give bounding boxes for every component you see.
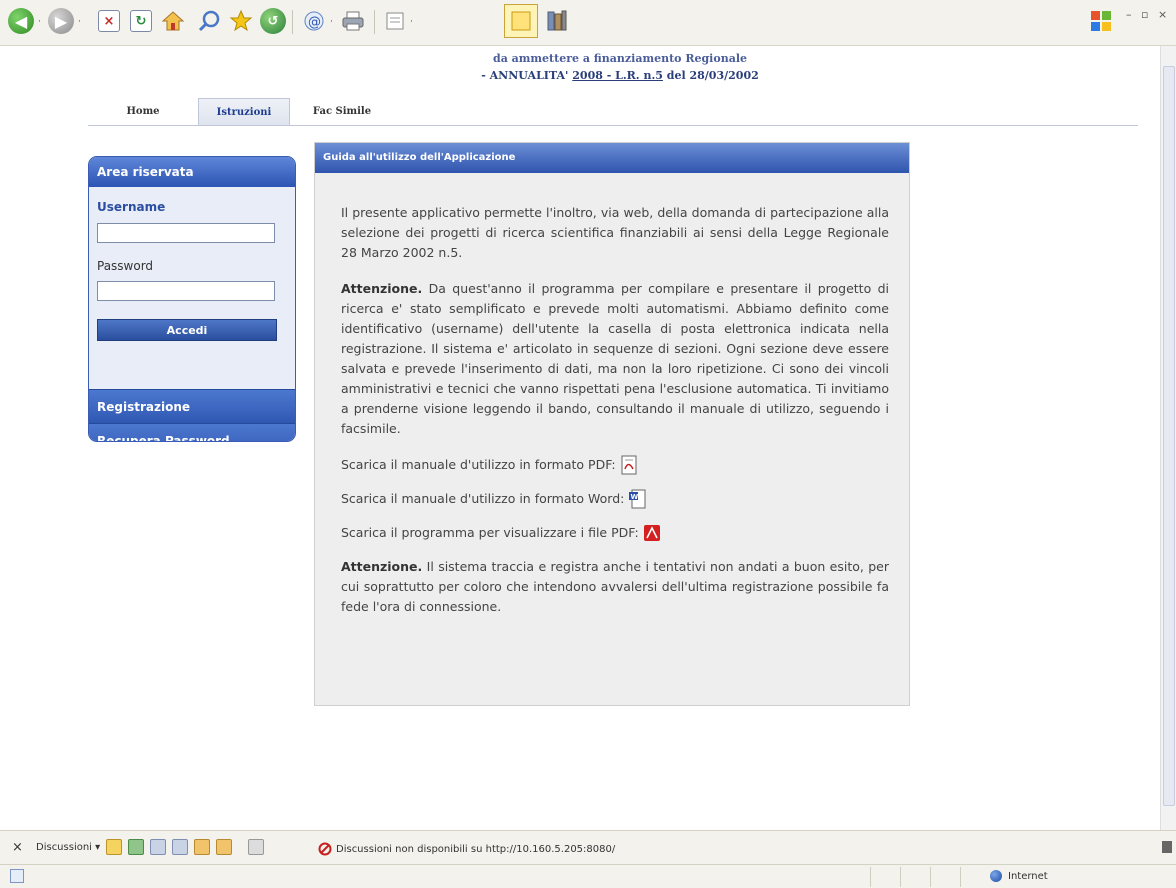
svg-text:W: W [631, 493, 639, 501]
header-annuality-prefix: - ANNUALITA' [481, 69, 573, 82]
security-zone-label: Internet [1008, 870, 1048, 882]
svg-text:@: @ [308, 15, 321, 30]
notes-button[interactable] [504, 4, 538, 38]
page-icon [1162, 841, 1172, 853]
username-label: Username [97, 200, 166, 214]
window-controls[interactable]: – ▫ × [1126, 8, 1170, 21]
discussion-bar: × Discussioni ▾ Discussioni non disponib… [0, 830, 1176, 864]
sticky-note-icon [511, 11, 531, 31]
status-cell [870, 867, 900, 887]
forward-dropdown-icon[interactable]: · [78, 17, 81, 27]
forward-arrow-icon: ▶ [48, 8, 74, 34]
status-cell [900, 867, 930, 887]
warning-paragraph: Attenzione. Il sistema traccia e registr… [341, 557, 889, 617]
header-subtitle: da ammettere a finanziamento Regionale [493, 52, 747, 65]
search-icon [198, 10, 220, 32]
printer-icon [342, 11, 364, 31]
guide-panel: Guida all'utilizzo dell'Applicazione Il … [314, 142, 910, 706]
research-button[interactable] [542, 6, 572, 36]
close-icon[interactable]: × [12, 840, 23, 855]
download-pdf-manual-row: Scarica il manuale d'utilizzo in formato… [341, 455, 889, 475]
favorites-button[interactable] [226, 6, 256, 36]
discussion-reply-icon[interactable] [128, 839, 144, 855]
download-pdf-manual-label: Scarica il manuale d'utilizzo in formato… [341, 457, 616, 472]
username-input[interactable] [97, 223, 275, 243]
browser-toolbar: ◀ · ▶ · × ↻ ↺ @ · · – ▫ × [0, 0, 1176, 46]
stop-button[interactable]: × [94, 6, 124, 36]
home-icon [161, 11, 185, 31]
discussion-status: Discussioni non disponibili su http://10… [318, 842, 615, 856]
toolbar-separator [374, 10, 375, 34]
word-document-icon[interactable]: W [628, 489, 646, 509]
page-status-icon [10, 869, 24, 883]
edit-button[interactable] [380, 6, 410, 36]
header-law-link[interactable]: 2008 - L.R. n.5 [572, 69, 663, 82]
print-button[interactable] [338, 6, 368, 36]
discussion-next-icon[interactable] [216, 839, 232, 855]
discussion-panel-icon[interactable] [248, 839, 264, 855]
home-button[interactable] [158, 6, 188, 36]
back-button[interactable]: ◀ [6, 6, 36, 36]
tab-fac-simile[interactable]: Fac Simile [290, 98, 394, 125]
tab-home[interactable]: Home [88, 98, 198, 125]
attention-paragraph: Attenzione. Da quest'anno il programma p… [341, 279, 889, 439]
page-header: da ammettere a finanziamento Regionale -… [440, 52, 800, 82]
refresh-button[interactable]: ↻ [126, 6, 156, 36]
discussion-new-icon[interactable] [106, 839, 122, 855]
main-navigation: Home Istruzioni Fac Simile [88, 98, 1138, 126]
scrollbar-thumb[interactable] [1163, 66, 1175, 806]
star-icon [229, 9, 253, 32]
attention-text: Da quest'anno il programma per compilare… [341, 281, 889, 436]
attention-label: Attenzione. [341, 281, 423, 296]
reserved-area-panel: Area riservata Username Password Accedi … [88, 156, 296, 442]
search-button[interactable] [194, 6, 224, 36]
discussion-status-text: Discussioni non disponibili su http://10… [336, 843, 616, 855]
edit-dropdown-icon[interactable]: · [410, 17, 413, 27]
globe-icon [990, 870, 1002, 882]
mail-icon: @ [304, 11, 324, 31]
toolbar-separator [292, 10, 293, 34]
mail-dropdown-icon[interactable]: · [330, 17, 333, 27]
registration-link[interactable]: Registrazione [89, 389, 295, 423]
tab-istruzioni[interactable]: Istruzioni [198, 98, 290, 125]
stop-icon: × [98, 10, 120, 32]
login-button[interactable]: Accedi [97, 319, 277, 341]
guide-body: Il presente applicativo permette l'inolt… [341, 203, 889, 633]
password-input[interactable] [97, 281, 275, 301]
vertical-scrollbar[interactable] [1160, 46, 1176, 830]
back-dropdown-icon[interactable]: · [38, 17, 41, 27]
security-zone[interactable]: Internet [990, 870, 1048, 882]
recover-password-link[interactable]: Recupera Password [89, 423, 295, 441]
back-arrow-icon: ◀ [8, 8, 34, 34]
header-annuality-suffix: del 28/03/2002 [662, 69, 759, 82]
intro-paragraph: Il presente applicativo permette l'inolt… [341, 205, 889, 260]
discussion-menu[interactable]: Discussioni ▾ [36, 842, 100, 853]
discussion-expand-icon[interactable] [150, 839, 166, 855]
discussion-collapse-icon[interactable] [172, 839, 188, 855]
download-pdf-reader-label: Scarica il programma per visualizzare i … [341, 525, 639, 540]
password-label: Password [97, 259, 154, 273]
reserved-area-title: Area riservata [89, 157, 295, 187]
guide-title: Guida all'utilizzo dell'Applicazione [315, 143, 909, 173]
download-pdf-reader-row: Scarica il programma per visualizzare i … [341, 523, 889, 543]
warning-text: Il sistema traccia e registra anche i te… [341, 559, 889, 614]
refresh-icon: ↻ [130, 10, 152, 32]
history-icon: ↺ [260, 8, 286, 34]
pdf-document-icon[interactable] [620, 455, 638, 475]
document-icon [386, 12, 404, 30]
download-word-manual-row: Scarica il manuale d'utilizzo in formato… [341, 489, 889, 509]
warning-label: Attenzione. [341, 559, 423, 574]
forward-button[interactable]: ▶ [46, 6, 76, 36]
mail-button[interactable]: @ [300, 6, 330, 36]
status-cell [930, 867, 960, 887]
books-icon [547, 10, 567, 31]
discussion-previous-icon[interactable] [194, 839, 210, 855]
header-annuality: - ANNUALITA' 2008 - L.R. n.5 del 28/03/2… [440, 69, 800, 82]
status-bar: Internet [0, 864, 1176, 888]
adobe-reader-icon[interactable] [643, 523, 661, 543]
download-word-manual-label: Scarica il manuale d'utilizzo in formato… [341, 491, 625, 506]
history-button[interactable]: ↺ [258, 6, 288, 36]
windows-logo-icon [1091, 11, 1111, 31]
unavailable-icon [318, 842, 332, 856]
